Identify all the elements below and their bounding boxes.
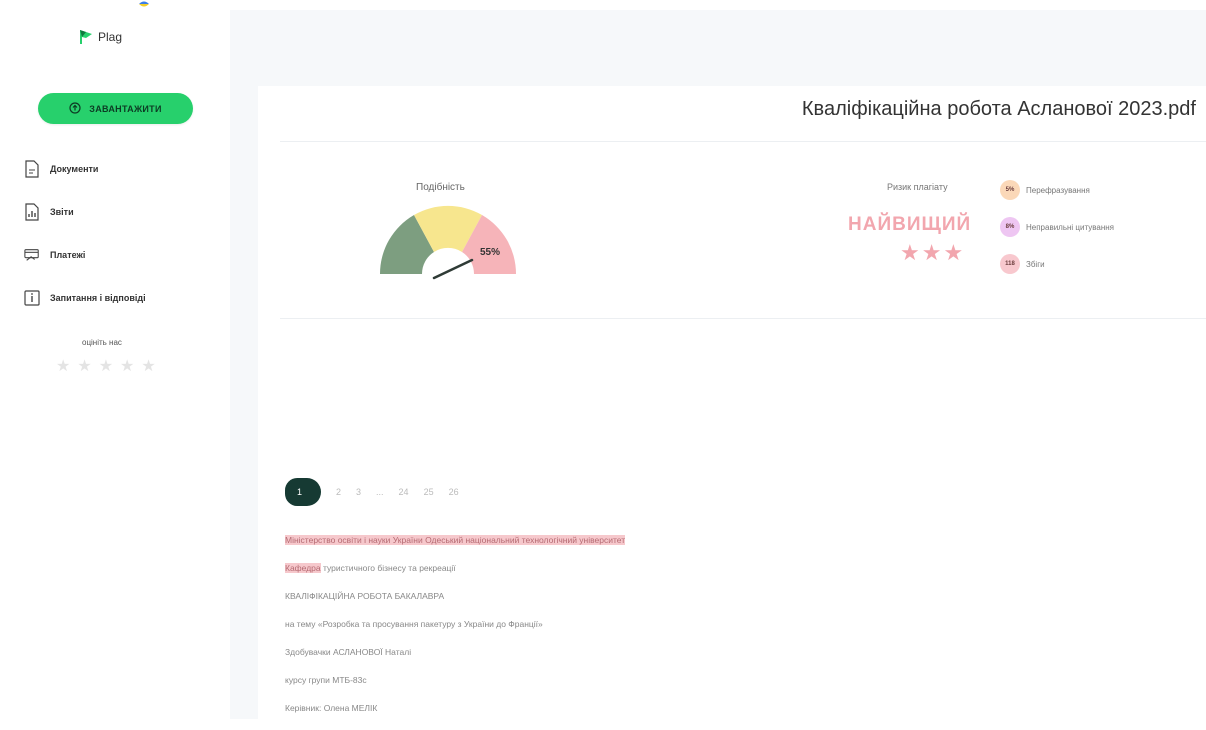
star-icon: ★ [943,240,964,265]
star-icon[interactable]: ★ [56,359,70,375]
upload-button[interactable]: ЗАВАНТАЖИТИ [38,93,193,124]
text-rest: Здобувачки АСЛАНОВОЇ Наталі [285,647,412,657]
text-line: курсу групи МТБ-83с [285,674,625,702]
risk-label: Ризик плагіату [887,182,948,192]
sidebar-item-label: Звіти [50,207,74,217]
star-icon[interactable]: ★ [120,359,134,375]
logo[interactable]: Plag [78,24,122,50]
payments-icon [24,246,40,264]
document-icon [24,160,40,178]
sidebar-item-reports[interactable]: Звіти [24,200,214,224]
sidebar-nav: Документи Звіти Платежі Запитання і відп… [24,157,214,329]
page-button[interactable]: 2 [336,487,341,497]
highlight-match[interactable]: Кафедра [285,563,321,573]
text-rest: курсу групи МТБ-83с [285,675,367,685]
legend: 5% Перефразування 8% Неправильні цитуван… [1000,180,1114,291]
gauge-value: 55% [480,247,500,258]
document-title: Кваліфікаційна робота Асланової 2023.pdf [801,98,1196,120]
page-button[interactable]: 25 [424,487,434,497]
text-rest: КВАЛІФІКАЦІЙНА РОБОТА БАКАЛАВРА [285,591,445,601]
sidebar: Plag ЗАВАНТАЖИТИ Документи Звіти Платежі… [0,0,228,719]
text-line: Міністерство освіти і науки України Одес… [285,534,626,562]
rate-us-stars[interactable]: ★ ★ ★ ★ ★ [56,359,156,375]
document-text: Міністерство освіти і науки України Одес… [285,534,626,730]
text-rest: на тему «Розробка та просування пакетуру… [285,619,543,629]
legend-badge: 118 [1000,254,1020,274]
highlight-match[interactable]: Міністерство освіти і науки України Одес… [285,535,626,545]
logo-icon [78,28,94,46]
star-icon[interactable]: ★ [141,359,155,375]
upload-icon [69,101,81,116]
sidebar-item-label: Платежі [50,250,86,260]
legend-row-paraphrasing: 5% Перефразування [1000,180,1114,200]
sidebar-item-label: Запитання і відповіді [50,293,146,303]
upload-button-label: ЗАВАНТАЖИТИ [89,103,162,114]
sidebar-item-label: Документи [50,164,99,174]
star-icon[interactable]: ★ [99,359,113,375]
similarity-gauge: 55% [376,200,526,285]
similarity-label: Подібність [416,182,465,193]
text-rest: туристичного бізнесу та рекреації [320,563,456,573]
star-icon[interactable]: ★ [77,359,91,375]
legend-badge: 8% [1000,217,1020,237]
page-button[interactable]: 26 [449,487,459,497]
page-button[interactable]: 24 [399,487,409,497]
gauge-needle [432,258,474,280]
legend-label: Неправильні цитування [1026,222,1115,232]
legend-label: Перефразування [1026,185,1090,195]
text-rest: Керівник: Олена МЕЛІК [285,703,378,713]
divider [280,318,1206,319]
sidebar-item-faq[interactable]: Запитання і відповіді [24,286,214,310]
sidebar-item-documents[interactable]: Документи [24,157,214,181]
risk-stars: ★ ★ ★ [900,242,963,264]
star-icon: ★ [900,240,920,265]
risk-value: НАЙВИЩИЙ [848,214,972,235]
star-icon: ★ [921,240,942,265]
page-button[interactable]: 3 [356,487,361,497]
legend-row-matches: 118 Збіги [1000,254,1114,274]
legend-label: Збіги [1026,259,1045,269]
page-ellipsis: ... [376,487,384,497]
text-line: на тему «Розробка та просування пакетуру… [285,618,625,646]
page-button-active[interactable]: 1 [285,478,321,506]
pagination: 1 2 3 ... 24 25 26 [285,478,459,506]
ukraine-flag-icon [137,0,151,7]
legend-badge: 5% [1000,180,1020,200]
text-line: Кафедра туристичного бізнесу та рекреаці… [285,562,625,590]
report-icon [24,203,40,221]
divider [280,141,1206,142]
info-icon [24,289,40,307]
rate-us-label: оцініть нас [82,338,122,347]
sidebar-item-payments[interactable]: Платежі [24,243,214,267]
legend-row-citations: 8% Неправильні цитування [1000,217,1114,237]
text-line: КВАЛІФІКАЦІЙНА РОБОТА БАКАЛАВРА [285,590,625,618]
text-line: Керівник: Олена МЕЛІК [285,702,625,730]
logo-text: Plag [98,30,123,44]
text-line: Здобувачки АСЛАНОВОЇ Наталі [285,646,625,674]
